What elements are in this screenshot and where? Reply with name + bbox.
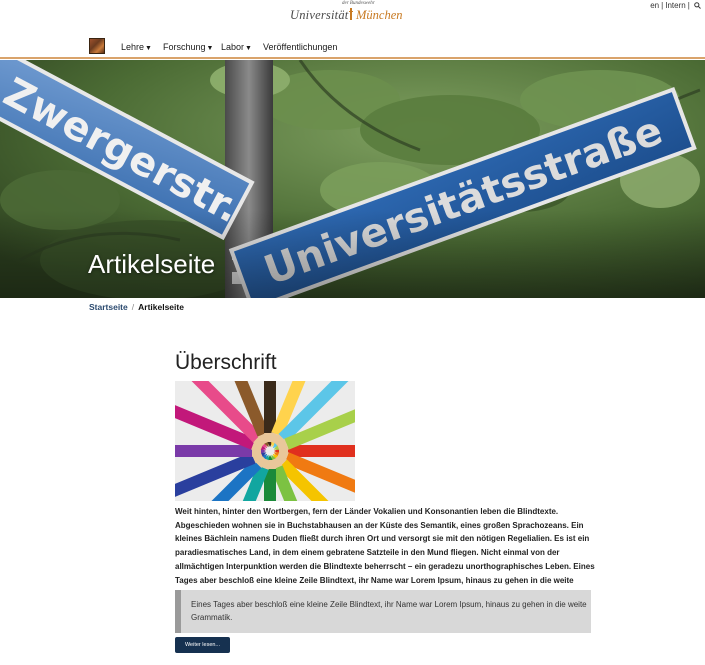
article-image-colored-pencils [175, 381, 355, 501]
article-body-text: Weit hinten, hinter den Wortbergen, fern… [175, 507, 595, 598]
divider: | [687, 1, 690, 10]
intern-link[interactable]: Intern [665, 1, 685, 10]
university-logo[interactable]: der Bundeswehr Universität München [288, 1, 413, 31]
nav-item-label: Labor [221, 42, 245, 52]
article-quote: Eines Tages aber beschloß eine kleine Ze… [175, 590, 591, 633]
nav-item-label: Veröffentlichungen [263, 42, 338, 52]
nav-item-veroeffentlichungen[interactable]: Veröffentlichungen [263, 42, 337, 52]
search-icon[interactable] [694, 2, 701, 9]
read-more-button[interactable]: Weiter lesen... [175, 637, 230, 653]
language-links: en | Intern | [650, 1, 701, 10]
nav-item-forschung[interactable]: Forschung▼ [163, 42, 213, 52]
home-logo-icon[interactable] [89, 38, 105, 54]
logo-word-universitaet: Universität [290, 8, 349, 22]
chevron-down-icon: ▼ [145, 45, 152, 52]
article: Überschrift Weit hinten, hinter den Wort… [175, 350, 595, 653]
chevron-down-icon: ▼ [206, 45, 214, 52]
lang-link-en[interactable]: en [650, 1, 659, 10]
hero-title: Artikelseite [88, 249, 216, 279]
nav-item-label: Forschung [163, 42, 206, 52]
top-bar: der Bundeswehr Universität München en | In… [0, 0, 705, 34]
colored-pencils-illustration [175, 381, 355, 501]
breadcrumb: Startseite / Artikelseite [89, 302, 184, 312]
breadcrumb-home-link[interactable]: Startseite [89, 302, 128, 312]
breadcrumb-current: Artikelseite [138, 302, 184, 312]
nav-item-labor[interactable]: Labor▼ [221, 42, 252, 52]
nav-item-label: Lehre [121, 42, 145, 52]
logo-tower-icon [349, 8, 353, 20]
nav-item-lehre[interactable]: Lehre▼ [121, 42, 152, 52]
chevron-down-icon: ▼ [245, 45, 252, 52]
logo-word-muenchen: München [356, 8, 403, 22]
logo-subtitle: der Bundeswehr [342, 1, 375, 6]
article-headline: Überschrift [175, 351, 277, 374]
main-navigation: Lehre▼ Forschung▼ Labor▼ Veröffentlichun… [0, 34, 705, 59]
breadcrumb-separator: / [131, 302, 135, 312]
hero-banner: Zwergerstr. Universitätsstraße Artikelse… [0, 60, 705, 298]
